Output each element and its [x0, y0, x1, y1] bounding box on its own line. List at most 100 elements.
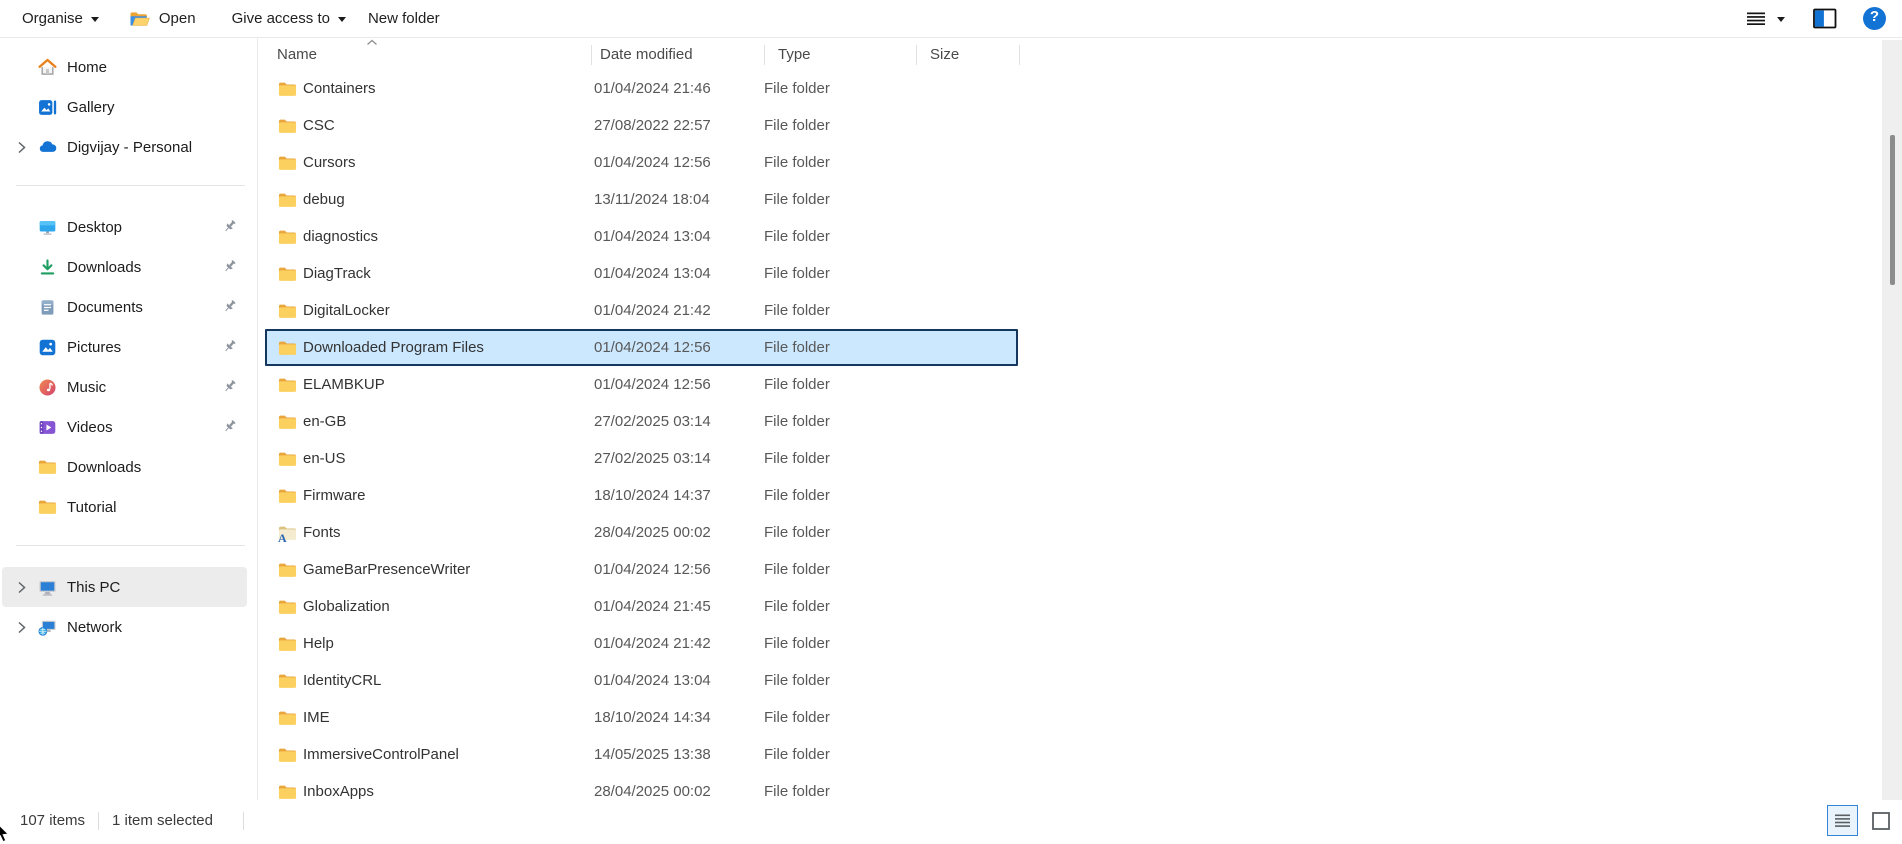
pin-icon: [221, 298, 238, 315]
sidebar-item-label: Music: [67, 378, 107, 396]
large-icons-view-button[interactable]: [1865, 805, 1896, 836]
file-date-modified: 28/04/2025 00:02: [594, 783, 711, 800]
file-row[interactable]: Containers 01/04/2024 21:46 File folder: [258, 70, 1020, 107]
preview-pane-icon: [1813, 8, 1837, 29]
file-name: GameBarPresenceWriter: [303, 561, 471, 578]
mouse-cursor: [0, 824, 11, 844]
details-view-button[interactable]: [1827, 805, 1858, 836]
file-row[interactable]: ImmersiveControlPanel 14/05/2025 13:38 F…: [258, 736, 1020, 773]
file-name: Help: [303, 635, 334, 652]
vertical-scrollbar[interactable]: [1882, 40, 1902, 812]
file-type: File folder: [764, 561, 830, 578]
sidebar-item-gallery[interactable]: Gallery: [2, 87, 247, 127]
new-folder-button[interactable]: New folder: [368, 10, 440, 27]
open-button[interactable]: Open: [129, 10, 196, 28]
file-row[interactable]: diagnostics 01/04/2024 13:04 File folder: [258, 218, 1020, 255]
sidebar-item-this-pc[interactable]: This PC: [2, 567, 247, 607]
folder-icon: [278, 673, 297, 689]
file-row[interactable]: Help 01/04/2024 21:42 File folder: [258, 625, 1020, 662]
file-name: Firmware: [303, 487, 366, 504]
sidebar-item-tutorial[interactable]: Tutorial: [2, 487, 247, 527]
sidebar-item-home[interactable]: Home: [2, 47, 247, 87]
selection-count: 1 item selected: [112, 812, 213, 829]
large-icons-view-icon: [1871, 811, 1891, 831]
file-date-modified: 18/10/2024 14:37: [594, 487, 711, 504]
file-date-modified: 01/04/2024 12:56: [594, 376, 711, 393]
file-explorer-window: { "toolbar": { "organise": "Organise", "…: [0, 0, 1902, 844]
view-menu-button[interactable]: [1747, 12, 1785, 26]
sidebar-item-downloads[interactable]: Downloads: [2, 247, 247, 287]
folder-icon: [278, 377, 297, 393]
file-row[interactable]: CSC 27/08/2022 22:57 File folder: [258, 107, 1020, 144]
column-header-name[interactable]: Name: [258, 38, 592, 70]
open-label: Open: [158, 10, 196, 27]
scrollbar-thumb[interactable]: [1890, 135, 1895, 285]
file-name: IME: [303, 709, 330, 726]
sidebar-item-documents[interactable]: Documents: [2, 287, 247, 327]
column-header-type[interactable]: Type: [765, 38, 917, 70]
sidebar-item-onedrive[interactable]: Digvijay - Personal: [2, 127, 247, 167]
status-bar: 107 items 1 item selected: [0, 800, 1902, 841]
file-row[interactable]: en-GB 27/02/2025 03:14 File folder: [258, 403, 1020, 440]
file-row[interactable]: DigitalLocker 01/04/2024 21:42 File fold…: [258, 292, 1020, 329]
organise-button[interactable]: Organise: [22, 10, 99, 27]
sidebar-item-label: Videos: [67, 418, 113, 436]
give-access-button[interactable]: Give access to: [232, 10, 346, 27]
file-type: File folder: [764, 265, 830, 282]
chevron-right-icon[interactable]: [16, 140, 27, 155]
column-header-date-modified[interactable]: Date modified: [592, 38, 765, 70]
file-date-modified: 01/04/2024 13:04: [594, 228, 711, 245]
chevron-right-icon[interactable]: [16, 580, 27, 595]
items-count: 107 items: [20, 812, 86, 829]
column-header-size[interactable]: Size: [917, 38, 1020, 70]
file-row[interactable]: GameBarPresenceWriter 01/04/2024 12:56 F…: [258, 551, 1020, 588]
file-date-modified: 27/02/2025 03:14: [594, 413, 711, 430]
folder-icon: [278, 636, 297, 652]
sidebar-item-downloads-folder[interactable]: Downloads: [2, 447, 247, 487]
file-date-modified: 01/04/2024 21:45: [594, 598, 711, 615]
file-row[interactable]: Fonts 28/04/2025 00:02 File folder: [258, 514, 1020, 551]
network-icon: [38, 618, 57, 637]
chevron-right-icon[interactable]: [16, 620, 27, 635]
pictures-icon: [38, 338, 57, 357]
videos-icon: [38, 418, 57, 437]
sidebar-item-videos[interactable]: Videos: [2, 407, 247, 447]
file-row[interactable]: ELAMBKUP 01/04/2024 12:56 File folder: [258, 366, 1020, 403]
file-row[interactable]: DiagTrack 01/04/2024 13:04 File folder: [258, 255, 1020, 292]
file-row[interactable]: IME 18/10/2024 14:34 File folder: [258, 699, 1020, 736]
file-row[interactable]: debug 13/11/2024 18:04 File folder: [258, 181, 1020, 218]
file-name: diagnostics: [303, 228, 379, 245]
file-name: en-GB: [303, 413, 347, 430]
file-name: Downloaded Program Files: [303, 339, 484, 356]
sidebar-item-pictures[interactable]: Pictures: [2, 327, 247, 367]
help-button[interactable]: [1863, 7, 1886, 30]
sidebar-item-desktop[interactable]: Desktop: [2, 207, 247, 247]
file-row[interactable]: en-US 27/02/2025 03:14 File folder: [258, 440, 1020, 477]
file-row[interactable]: InboxApps 28/04/2025 00:02 File folder: [258, 773, 1020, 800]
file-row[interactable]: Cursors 01/04/2024 12:56 File folder: [258, 144, 1020, 181]
file-name: InboxApps: [303, 783, 374, 800]
open-folder-icon: [129, 10, 151, 28]
sidebar-item-network[interactable]: Network: [2, 607, 247, 647]
folder-icon: [278, 710, 297, 726]
file-row[interactable]: IdentityCRL 01/04/2024 13:04 File folder: [258, 662, 1020, 699]
file-name: Cursors: [303, 154, 356, 171]
file-type: File folder: [764, 709, 830, 726]
folder-icon: [278, 155, 297, 171]
file-row[interactable]: Firmware 18/10/2024 14:37 File folder: [258, 477, 1020, 514]
sidebar-item-label: Tutorial: [67, 498, 117, 516]
sidebar-item-label: Gallery: [67, 98, 115, 116]
file-list-pane: Name Date modified Type Size Containers …: [258, 38, 1902, 800]
preview-pane-button[interactable]: [1813, 8, 1837, 29]
pin-icon: [221, 338, 238, 355]
file-row[interactable]: Globalization 01/04/2024 21:45 File fold…: [258, 588, 1020, 625]
folder-icon: [278, 303, 297, 319]
file-date-modified: 01/04/2024 12:56: [594, 339, 711, 356]
home-icon: [38, 58, 57, 77]
sidebar-item-music[interactable]: Music: [2, 367, 247, 407]
folder-icon: [278, 414, 297, 430]
chevron-down-icon: [1777, 17, 1785, 22]
file-type: File folder: [764, 302, 830, 319]
file-row[interactable]: Downloaded Program Files 01/04/2024 12:5…: [258, 329, 1020, 366]
file-type: File folder: [764, 487, 830, 504]
